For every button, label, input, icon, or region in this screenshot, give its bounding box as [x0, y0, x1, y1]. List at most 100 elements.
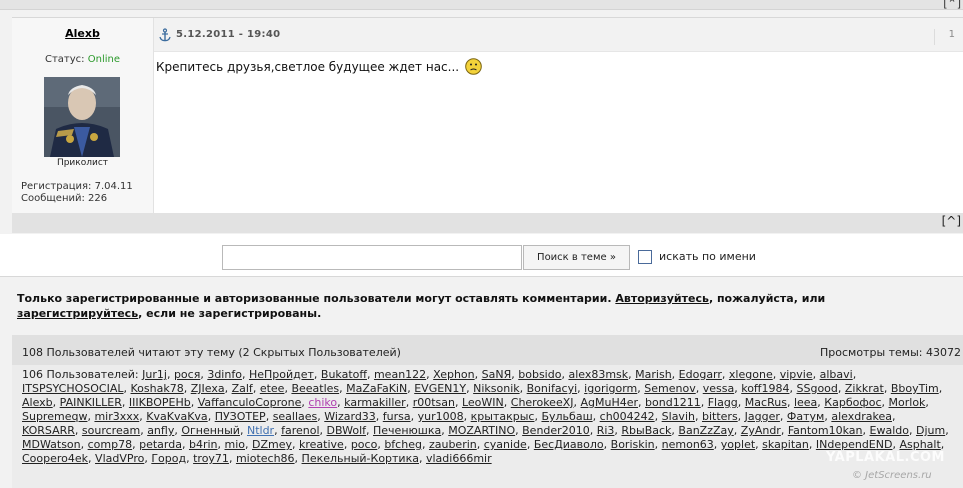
reader-user-link[interactable]: igorigorm: [584, 382, 637, 395]
reader-user-link[interactable]: Zalf: [232, 382, 253, 395]
reader-user-link[interactable]: karmakiller: [344, 396, 406, 409]
reader-user-link[interactable]: BboyTim: [891, 382, 939, 395]
reader-user-link[interactable]: bitters: [702, 410, 738, 423]
reader-user-link[interactable]: Niksonik: [473, 382, 520, 395]
reader-user-link[interactable]: DBWolf: [327, 424, 367, 437]
reader-user-link[interactable]: Фатум: [787, 410, 824, 423]
reader-user-link[interactable]: ITSPSYCHOSOCIAL: [22, 382, 124, 395]
reader-user-link[interactable]: BanZzZay: [678, 424, 733, 437]
reader-user-link[interactable]: Ewaldo: [870, 424, 909, 437]
reader-user-link[interactable]: leea: [794, 396, 817, 409]
reader-user-link[interactable]: alexdrakea: [831, 410, 892, 423]
reader-user-link[interactable]: Marish: [635, 368, 672, 381]
reader-user-link[interactable]: yur1008: [418, 410, 464, 423]
reader-user-link[interactable]: Koshak78: [131, 382, 184, 395]
reader-user-link[interactable]: Wizard33: [324, 410, 376, 423]
reader-user-link[interactable]: SaNЯ: [482, 368, 512, 381]
reader-user-link[interactable]: рося: [174, 368, 200, 381]
reader-user-link[interactable]: PAINKILLER: [60, 396, 122, 409]
reader-user-link[interactable]: mir3xxx: [94, 410, 139, 423]
reader-user-link[interactable]: Бульбаш: [541, 410, 592, 423]
reader-user-link[interactable]: poco: [351, 438, 378, 451]
reader-user-link[interactable]: bobsido: [518, 368, 561, 381]
reader-user-link[interactable]: kreative: [299, 438, 344, 451]
search-by-name-checkbox[interactable]: [638, 250, 652, 264]
scroll-top-button[interactable]: [⌃]: [943, 0, 961, 10]
reader-user-link[interactable]: skapitan: [762, 438, 809, 451]
reader-user-link[interactable]: etee: [260, 382, 285, 395]
reader-user-link[interactable]: petarda: [139, 438, 182, 451]
reader-user-link[interactable]: anfly: [147, 424, 174, 437]
reader-user-link[interactable]: Bender2010: [522, 424, 590, 437]
reader-user-link[interactable]: ZJIexa: [191, 382, 225, 395]
register-link[interactable]: зарегистрируйтесь: [17, 307, 138, 320]
reader-user-link[interactable]: Fantom10kan: [788, 424, 863, 437]
reader-user-link[interactable]: VladVPro: [95, 452, 144, 465]
reader-user-link[interactable]: albavi: [820, 368, 853, 381]
reader-user-link[interactable]: MacRus: [745, 396, 787, 409]
reader-user-link[interactable]: xlegone: [729, 368, 773, 381]
reader-user-link[interactable]: 3dinfo: [207, 368, 242, 381]
reader-user-link[interactable]: НеПройдет: [249, 368, 314, 381]
reader-user-link[interactable]: bfcheg: [384, 438, 422, 451]
reader-user-link[interactable]: Slavih: [662, 410, 695, 423]
reader-user-link[interactable]: miotech86: [236, 452, 295, 465]
reader-user-link[interactable]: Печенюшка: [373, 424, 441, 437]
reader-user-link[interactable]: крытакрыс: [471, 410, 535, 423]
reader-user-link[interactable]: Zikkrat: [845, 382, 884, 395]
reader-user-link[interactable]: БесДиаволо: [534, 438, 604, 451]
reader-user-link[interactable]: Ri3: [597, 424, 615, 437]
reader-user-link[interactable]: Flagg: [708, 396, 738, 409]
reader-user-link[interactable]: mean122: [374, 368, 426, 381]
reader-user-link[interactable]: alex83msk: [568, 368, 628, 381]
reader-user-link[interactable]: Jur1j: [142, 368, 167, 381]
reader-user-link[interactable]: nemon63: [662, 438, 714, 451]
reader-user-link[interactable]: MOZARTINO: [448, 424, 515, 437]
reader-user-link[interactable]: Alexb: [22, 396, 53, 409]
reader-user-link[interactable]: b4rin: [189, 438, 218, 451]
reader-user-link[interactable]: mio: [225, 438, 246, 451]
reader-user-link[interactable]: fursa: [383, 410, 411, 423]
reader-user-link[interactable]: vladi666mir: [426, 452, 492, 465]
reader-user-link[interactable]: koff1984: [741, 382, 789, 395]
reader-user-link[interactable]: MDWatson: [22, 438, 81, 451]
reader-user-link[interactable]: Bukatoff: [321, 368, 367, 381]
reader-user-link[interactable]: Djum: [916, 424, 945, 437]
reader-user-link[interactable]: Bonifacyi: [527, 382, 578, 395]
reader-user-link[interactable]: VaffanculoCoprone: [198, 396, 302, 409]
reader-user-link[interactable]: Огненный: [181, 424, 240, 437]
reader-user-link[interactable]: AgMuH4er: [581, 396, 639, 409]
reader-user-link[interactable]: Boriskin: [611, 438, 655, 451]
reader-user-link[interactable]: troy71: [193, 452, 229, 465]
reader-user-link[interactable]: vessa: [703, 382, 734, 395]
reader-user-link[interactable]: IIIKBOPEHb: [129, 396, 191, 409]
reader-user-link[interactable]: r00tsan: [413, 396, 455, 409]
reader-user-link[interactable]: sourcream: [82, 424, 140, 437]
reader-user-link[interactable]: Ntldr: [247, 424, 274, 437]
reader-user-link[interactable]: chiko: [308, 396, 337, 409]
reader-user-link[interactable]: Jagger: [745, 410, 780, 423]
reader-user-link[interactable]: Город: [151, 452, 186, 465]
reader-user-link[interactable]: MaZaFaKiN: [346, 382, 407, 395]
reader-user-link[interactable]: ZyAndr: [741, 424, 781, 437]
reader-user-link[interactable]: cyanide: [484, 438, 527, 451]
reader-user-link[interactable]: DZmey: [252, 438, 292, 451]
reader-user-link[interactable]: zauberin: [429, 438, 477, 451]
reader-user-link[interactable]: seallaes: [273, 410, 318, 423]
avatar[interactable]: [44, 77, 120, 157]
reader-user-link[interactable]: Coopero4ek: [22, 452, 88, 465]
reader-user-link[interactable]: Morlok: [889, 396, 926, 409]
reader-user-link[interactable]: SSgood: [797, 382, 838, 395]
reader-user-link[interactable]: Xephon: [433, 368, 474, 381]
reader-user-link[interactable]: KORSARR: [22, 424, 75, 437]
post-number-link[interactable]: 1: [933, 29, 961, 45]
reader-user-link[interactable]: EVGEN1Y: [414, 382, 466, 395]
reader-user-link[interactable]: LeoWIN: [462, 396, 504, 409]
reader-user-link[interactable]: KvaKvaKva: [146, 410, 207, 423]
reader-user-link[interactable]: Пекельный-Кортика: [302, 452, 419, 465]
reader-user-link[interactable]: comp78: [88, 438, 132, 451]
back-to-top-button[interactable]: [^]: [942, 214, 961, 228]
reader-user-link[interactable]: Beeatles: [291, 382, 339, 395]
reader-user-link[interactable]: farenol: [281, 424, 319, 437]
reader-user-link[interactable]: Semenov: [644, 382, 695, 395]
